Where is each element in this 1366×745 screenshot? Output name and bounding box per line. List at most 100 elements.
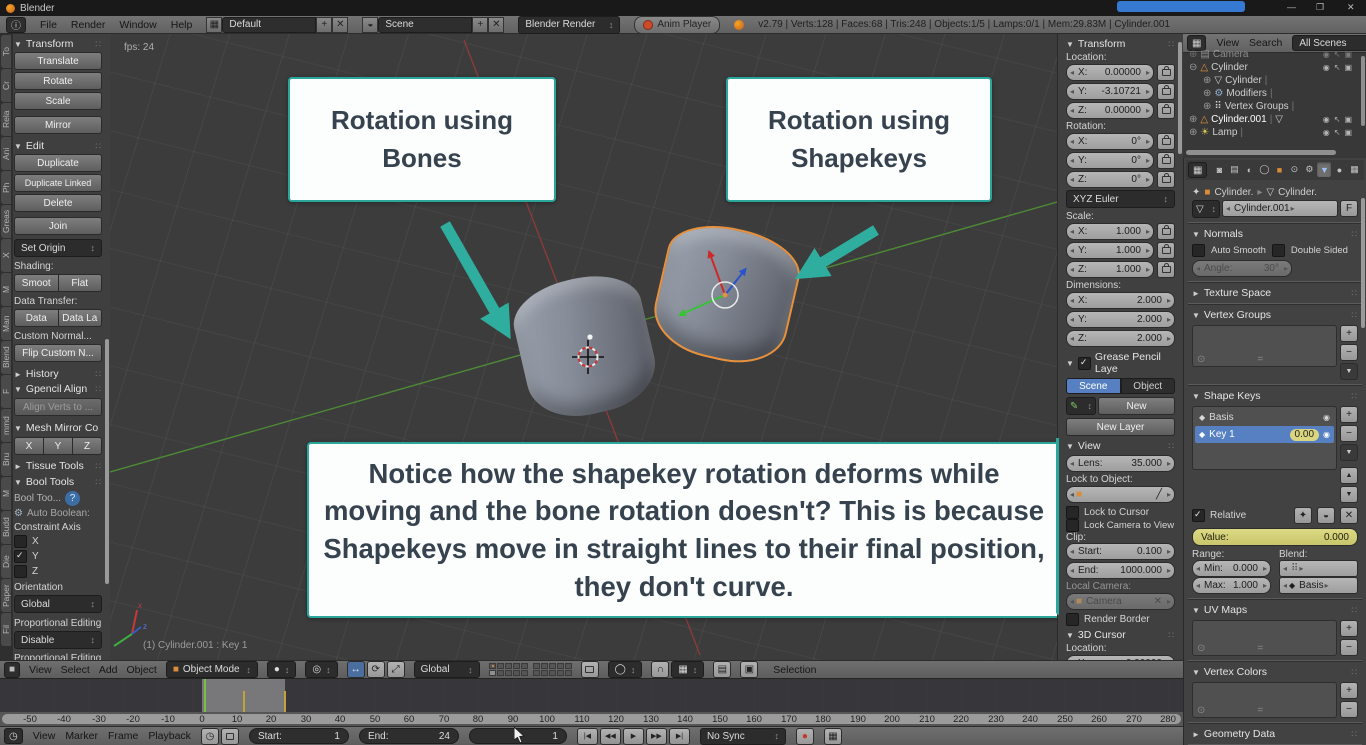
clear-icon[interactable]: ✕	[1154, 596, 1162, 607]
viewport-3d[interactable]: x z fps: 24 Rotation using Bones Rotatio…	[110, 34, 1057, 660]
vgroup-remove-button[interactable]: −	[1340, 344, 1358, 361]
datablock-icon[interactable]: ▽	[1192, 200, 1220, 218]
panel-history[interactable]: History∷	[14, 368, 102, 380]
layout-close-button[interactable]: ✕	[332, 16, 349, 33]
anim-player-button[interactable]: Anim Player	[634, 15, 721, 34]
uv-add-button[interactable]: +	[1340, 620, 1358, 637]
mesh-name-field[interactable]: Cylinder.001	[1222, 200, 1338, 217]
checkbox-y[interactable]	[14, 550, 27, 563]
outliner-row-modifiers[interactable]: ⊕ ⚙ Modifiers |	[1183, 87, 1366, 100]
pencil-icon[interactable]: ✎	[1066, 397, 1096, 415]
duplicate-button[interactable]: Duplicate	[14, 154, 102, 172]
tab-scene[interactable]: ◐	[1242, 162, 1256, 177]
lens-field[interactable]: Lens:35.000	[1066, 455, 1175, 472]
maximize-button[interactable]: ❐	[1316, 2, 1324, 13]
render-icon[interactable]: ▣	[1344, 115, 1352, 124]
clip-start-field[interactable]: Start:0.100	[1066, 543, 1175, 560]
scale-z-field[interactable]: Z:1.000	[1066, 261, 1154, 278]
shelf-tab[interactable]: mmd	[1, 409, 11, 442]
scene-selector[interactable]: ◒ Scene + ✕	[362, 16, 505, 33]
mode-select[interactable]: ■ Object Mode	[165, 661, 258, 678]
eye-icon[interactable]: ◉	[1323, 115, 1330, 124]
panel-normals[interactable]: Normals∷	[1192, 228, 1358, 240]
select-menu[interactable]: Select	[61, 664, 90, 676]
play-button[interactable]: ▶	[622, 727, 644, 745]
shelf-tab[interactable]: Ani	[1, 137, 11, 170]
shape-keys-list[interactable]: ◆ Basis ◉ ◆ Key 1 0.00 ◉	[1192, 406, 1337, 470]
relative-checkbox[interactable]	[1192, 509, 1205, 522]
tab-render-layers[interactable]: ▤	[1227, 162, 1241, 177]
transform-orientation-select[interactable]: Global	[413, 661, 480, 678]
shapekey-move-down-button[interactable]: ▼	[1340, 486, 1358, 503]
set-origin-menu[interactable]: Set Origin	[14, 239, 102, 257]
dim-z-field[interactable]: Z:2.000	[1066, 330, 1175, 347]
scale-y-field[interactable]: Y:1.000	[1066, 242, 1154, 259]
checkbox-z[interactable]	[14, 565, 27, 578]
keyframe-marker[interactable]	[284, 691, 286, 713]
shapekey-move-up-button[interactable]: ▲	[1340, 467, 1358, 484]
uv-maps-list[interactable]: ⊙ =	[1192, 620, 1337, 656]
shelf-tab[interactable]: To	[1, 35, 11, 68]
menu-help[interactable]: Help	[171, 19, 193, 31]
blend-vgroup-field[interactable]: ⠿	[1279, 560, 1358, 577]
scale-x-field[interactable]: X:1.000	[1066, 223, 1154, 240]
tab-world[interactable]: ◯	[1257, 162, 1271, 177]
panel-gpencil-align[interactable]: Gpencil Align∷	[14, 383, 102, 395]
align-verts-button[interactable]: Align Verts to ...	[14, 398, 102, 416]
lock-icon[interactable]	[1157, 261, 1175, 278]
shelf-tab[interactable]: Cr	[1, 69, 11, 102]
add-menu[interactable]: Add	[99, 664, 118, 676]
shelf-tab[interactable]: M	[1, 477, 11, 510]
dim-x-field[interactable]: X:2.000	[1066, 292, 1175, 309]
checkbox-x[interactable]	[14, 535, 27, 548]
tab-object-data[interactable]: ▼	[1317, 162, 1332, 177]
render-engine-select[interactable]: Blender Render	[518, 15, 621, 34]
screen-layout-selector[interactable]: ▦ Default + ✕	[206, 16, 349, 33]
mirror-button[interactable]: Mirror	[14, 116, 102, 134]
tab-material[interactable]: ●	[1332, 162, 1346, 177]
scene-close-button[interactable]: ✕	[488, 16, 505, 33]
panel-bool-tools[interactable]: Bool Tools∷	[14, 476, 102, 488]
render-icon[interactable]: ▣	[1344, 50, 1352, 59]
lock-to-scene-button[interactable]	[580, 661, 599, 678]
object-menu[interactable]: Object	[127, 664, 157, 676]
axis-z-button[interactable]: Z	[73, 437, 102, 455]
uv-remove-button[interactable]: −	[1340, 639, 1358, 656]
shelf-tab[interactable]: M	[1, 273, 11, 306]
tab-scene[interactable]: Scene	[1066, 378, 1121, 394]
shelf-tab[interactable]: Die	[1, 545, 11, 578]
proportional-edit-button[interactable]: ◯	[607, 661, 643, 678]
key1-value[interactable]: 0.00	[1289, 428, 1320, 441]
panel-transform[interactable]: Transform∷	[14, 38, 102, 50]
shapekey-specials-button[interactable]: ▼	[1340, 444, 1358, 461]
timeline-scrollbar[interactable]	[2, 714, 1181, 724]
tab-object[interactable]: Object	[1120, 378, 1175, 394]
keyframe-marker[interactable]	[243, 691, 245, 713]
lock-icon[interactable]	[1157, 64, 1175, 81]
shelf-tab[interactable]: Blend	[1, 341, 11, 374]
timeline-frame-menu[interactable]: Frame	[108, 730, 138, 742]
vgroup-specials-button[interactable]: ▼	[1340, 363, 1358, 380]
n-panel-scrollbar[interactable]	[1178, 42, 1182, 154]
panel-geometry-data[interactable]: Geometry Data∷	[1192, 728, 1358, 740]
select-icon[interactable]: ↖	[1334, 50, 1341, 59]
manipulator-scale-button[interactable]: ⤢	[386, 661, 405, 678]
shelf-tab[interactable]: Rela	[1, 103, 11, 136]
constraint-z[interactable]: Z	[14, 565, 102, 578]
shelf-tab[interactable]: Bru	[1, 443, 11, 476]
view-menu[interactable]: View	[29, 664, 52, 676]
local-camera-field[interactable]: ■Camera✕	[1066, 593, 1175, 610]
double-sided-checkbox[interactable]	[1271, 244, 1285, 257]
location-x-field[interactable]: X:0.00000	[1066, 64, 1154, 81]
panel-edit[interactable]: Edit∷	[14, 140, 102, 152]
render-opengl-button[interactable]: ▤	[713, 661, 732, 678]
lock-icon[interactable]	[1157, 133, 1175, 150]
eye-icon[interactable]: ◉	[1323, 50, 1330, 59]
panel-view[interactable]: View∷	[1066, 440, 1175, 452]
sync-select[interactable]: No Sync	[699, 727, 786, 745]
vcol-remove-button[interactable]: −	[1340, 701, 1358, 718]
rotation-z-field[interactable]: Z:0°	[1066, 171, 1154, 188]
menu-window[interactable]: Window	[119, 19, 156, 31]
show-pinned-button[interactable]: ✦	[1294, 507, 1312, 524]
breadcrumb-data[interactable]: Cylinder.	[1278, 187, 1317, 198]
